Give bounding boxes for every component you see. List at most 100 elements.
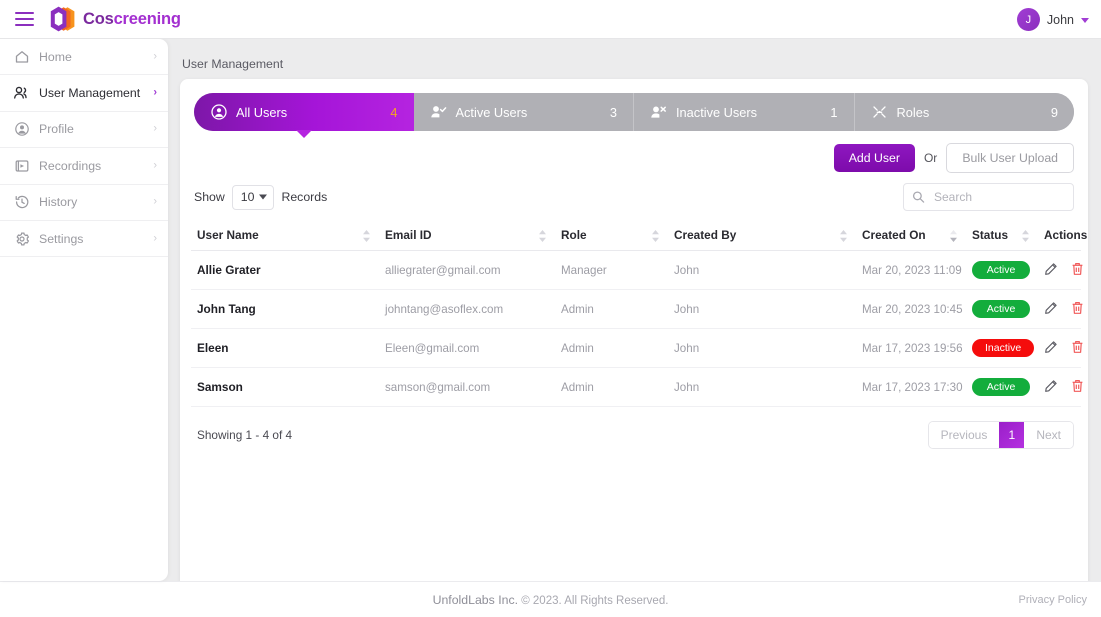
profile-icon — [13, 121, 30, 138]
tab-label: Roles — [897, 105, 1051, 120]
cell-email: samson@gmail.com — [379, 368, 555, 407]
sort-icon[interactable] — [839, 229, 848, 243]
privacy-policy-link[interactable]: Privacy Policy — [1019, 594, 1087, 606]
cell-email: Eleen@gmail.com — [379, 329, 555, 368]
pagination-previous-button[interactable]: Previous — [929, 422, 1000, 448]
column-header-email-id[interactable]: Email ID — [379, 221, 555, 251]
pencil-icon[interactable] — [1044, 379, 1058, 396]
or-label: Or — [924, 151, 937, 165]
cell-status: Inactive — [966, 329, 1038, 368]
pencil-icon[interactable] — [1044, 301, 1058, 318]
sidebar-item-history[interactable]: History › — [0, 185, 168, 221]
active-tab-pointer — [296, 130, 312, 138]
sidebar-item-label: Recordings — [39, 159, 101, 173]
page-footer: UnfoldLabs Inc. © 2023. All Rights Reser… — [0, 581, 1101, 617]
add-user-button[interactable]: Add User — [834, 144, 915, 172]
tab-bar: All Users 4 Active Users 3 — [194, 93, 1074, 131]
table-row[interactable]: John Tang johntang@asoflex.com Admin Joh… — [191, 290, 1081, 329]
sort-icon-desc[interactable] — [949, 229, 958, 243]
column-header-created-on[interactable]: Created On — [856, 221, 966, 251]
cell-status: Active — [966, 368, 1038, 407]
sidebar-item-settings[interactable]: Settings › — [0, 221, 168, 257]
table-head: User Name Email ID Role — [191, 221, 1081, 251]
pencil-icon[interactable] — [1044, 262, 1058, 279]
column-header-created-by[interactable]: Created By — [668, 221, 856, 251]
column-label: Created By — [674, 228, 736, 242]
pagination-next-button[interactable]: Next — [1024, 422, 1073, 448]
cell-created-on: Mar 17, 2023 17:30 — [856, 368, 966, 407]
pencil-icon[interactable] — [1044, 340, 1058, 357]
table-header-row: User Name Email ID Role — [191, 221, 1081, 251]
gear-icon — [13, 230, 30, 247]
sidebar-item-label: Settings — [39, 232, 83, 246]
show-label: Show — [194, 190, 225, 204]
brand-logo[interactable]: Coscreening — [50, 5, 181, 33]
sort-icon[interactable] — [538, 229, 547, 243]
cell-user-name: Allie Grater — [191, 251, 379, 290]
sort-icon[interactable] — [651, 229, 660, 243]
trash-icon[interactable] — [1071, 340, 1084, 357]
cell-email: alliegrater@gmail.com — [379, 251, 555, 290]
brand-name: Coscreening — [83, 10, 181, 29]
pagination-page-1[interactable]: 1 — [999, 422, 1024, 448]
column-header-actions: Actions — [1038, 221, 1081, 251]
bulk-user-upload-button[interactable]: Bulk User Upload — [946, 143, 1074, 173]
brand-name-part2: creening — [114, 10, 181, 28]
table-row[interactable]: Samson samson@gmail.com Admin John Mar 1… — [191, 368, 1081, 407]
cell-created-on: Mar 17, 2023 19:56 — [856, 329, 966, 368]
sort-icon[interactable] — [362, 229, 371, 243]
history-icon — [13, 194, 30, 211]
sidebar-item-recordings[interactable]: Recordings › — [0, 148, 168, 184]
recordings-icon — [13, 157, 30, 174]
search-input[interactable] — [932, 189, 1062, 205]
hamburger-icon[interactable] — [11, 6, 37, 32]
table-footer: Showing 1 - 4 of 4 Previous 1 Next — [197, 421, 1074, 449]
cell-created-by: John — [668, 290, 856, 329]
app-root: Coscreening J John Home › — [0, 0, 1101, 617]
sort-icon[interactable] — [1021, 229, 1030, 243]
cell-role: Admin — [555, 329, 668, 368]
pagination: Previous 1 Next — [928, 421, 1074, 449]
brand-name-part1: Cos — [83, 10, 114, 28]
breadcrumb: User Management — [168, 39, 1101, 71]
tab-inactive-users[interactable]: Inactive Users 1 — [634, 93, 855, 131]
cell-created-by: John — [668, 329, 856, 368]
column-label: User Name — [197, 228, 259, 242]
trash-icon[interactable] — [1071, 262, 1084, 279]
table-body: Allie Grater alliegrater@gmail.com Manag… — [191, 251, 1081, 407]
tab-label: All Users — [236, 105, 390, 120]
table-controls: Show 10 Records — [194, 182, 1074, 212]
sidebar-item-label: History — [39, 195, 77, 209]
trash-icon[interactable] — [1071, 301, 1084, 318]
chevron-down-icon[interactable] — [1081, 18, 1089, 23]
tab-active-users[interactable]: Active Users 3 — [414, 93, 635, 131]
sidebar-item-user-management[interactable]: User Management › — [0, 75, 168, 111]
tab-count: 1 — [830, 105, 837, 120]
search-box[interactable] — [903, 183, 1074, 211]
table-row[interactable]: Allie Grater alliegrater@gmail.com Manag… — [191, 251, 1081, 290]
show-records-control: Show 10 Records — [194, 185, 327, 210]
cell-actions — [1038, 329, 1081, 368]
status-badge: Active — [972, 261, 1030, 279]
sidebar-item-profile[interactable]: Profile › — [0, 112, 168, 148]
column-header-status[interactable]: Status — [966, 221, 1038, 251]
column-header-role[interactable]: Role — [555, 221, 668, 251]
cell-role: Admin — [555, 368, 668, 407]
top-bar: Coscreening J John — [0, 0, 1101, 39]
sidebar-item-home[interactable]: Home › — [0, 39, 168, 75]
user-menu[interactable]: J John — [1017, 0, 1089, 39]
trash-icon[interactable] — [1071, 379, 1084, 396]
column-header-user-name[interactable]: User Name — [191, 221, 379, 251]
users-icon — [13, 85, 30, 102]
tab-label: Active Users — [456, 105, 610, 120]
main-content: User Management All Users 4 — [168, 39, 1101, 581]
avatar: J — [1017, 8, 1040, 31]
tab-roles[interactable]: Roles 9 — [855, 93, 1075, 131]
tab-all-users[interactable]: All Users 4 — [194, 93, 414, 131]
records-per-page-select[interactable]: 10 — [232, 185, 275, 210]
cell-created-by: John — [668, 251, 856, 290]
user-name-label: John — [1047, 13, 1074, 27]
home-icon — [13, 48, 30, 65]
table-row[interactable]: Eleen Eleen@gmail.com Admin John Mar 17,… — [191, 329, 1081, 368]
status-badge: Active — [972, 378, 1030, 396]
